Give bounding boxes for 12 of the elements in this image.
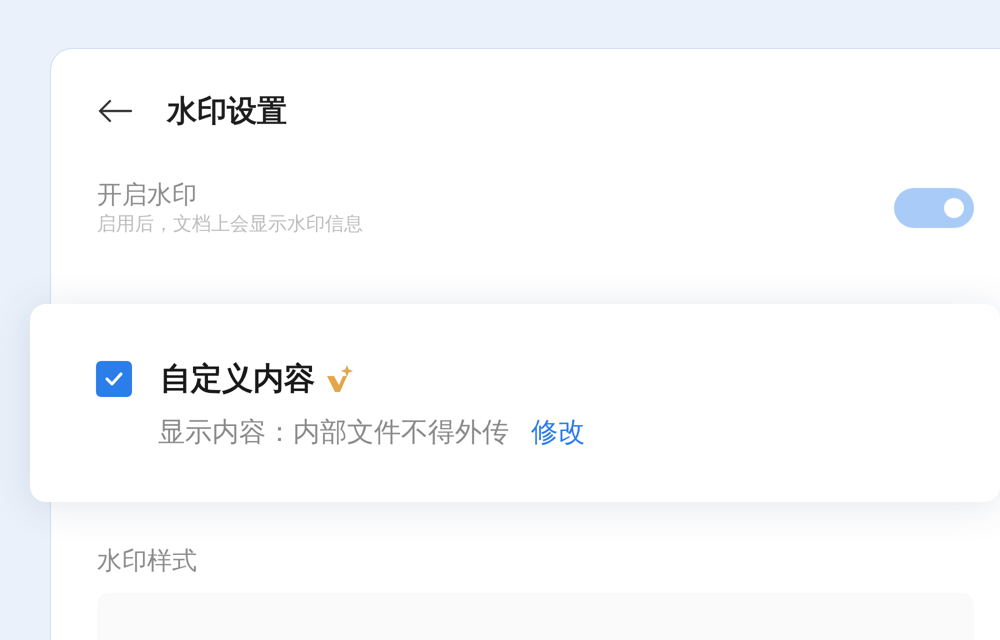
checkbox[interactable] xyxy=(96,361,132,397)
sparkle-icon xyxy=(325,364,355,394)
edit-link[interactable]: 修改 xyxy=(531,414,585,450)
option-title: 自定义内容 xyxy=(160,360,315,399)
check-icon xyxy=(104,371,124,387)
setting-hint: 启用后，文档上会显示水印信息 xyxy=(97,212,363,237)
back-arrow-icon[interactable] xyxy=(97,99,133,123)
page-title: 水印设置 xyxy=(167,92,287,130)
setting-label: 开启水印 xyxy=(97,179,198,211)
section-label: 水印样式 xyxy=(97,545,198,577)
content-text: 显示内容：内部文件不得外传 xyxy=(158,416,509,450)
toggle-switch[interactable] xyxy=(894,188,974,228)
